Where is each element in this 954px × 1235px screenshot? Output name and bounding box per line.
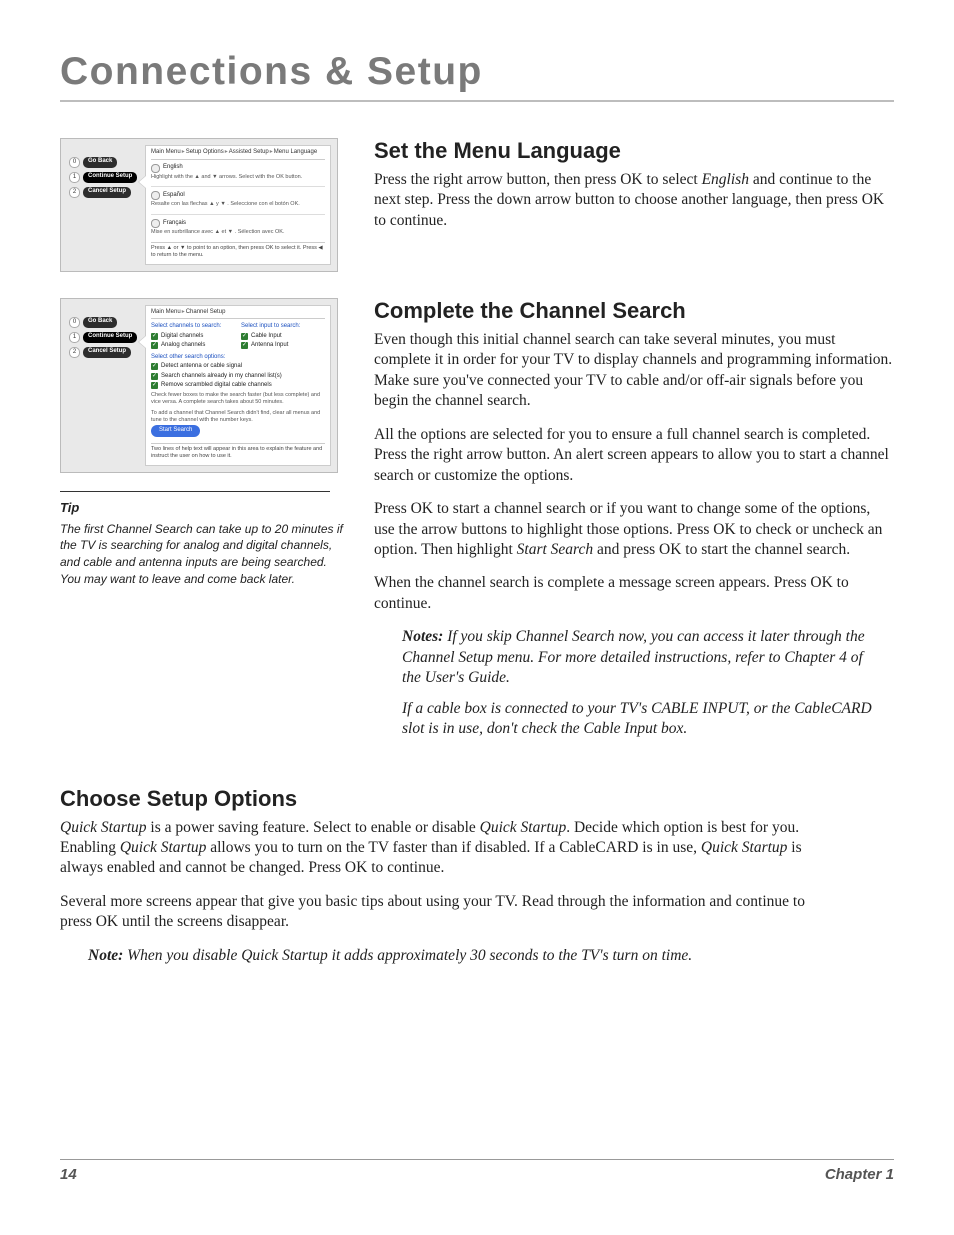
checkbox-icon: ✓ (151, 333, 158, 340)
tv-screenshot-language: 0Go Back 1Continue Setup 2Cancel Setup M… (60, 138, 338, 272)
note-text: Check fewer boxes to make the search fas… (151, 392, 325, 406)
cb-antenna: Antenna Input (251, 342, 288, 350)
tv-screenshot-channel-setup: 0Go Back 1Continue Setup 2Cancel Setup M… (60, 298, 338, 473)
panel-footer: Two lines of help text will appear in th… (151, 443, 325, 460)
nav-num: 0 (69, 317, 80, 328)
nav-num: 2 (69, 187, 80, 198)
page-number: 14 (60, 1166, 77, 1183)
start-search-button: Start Search (151, 425, 200, 437)
chapter-label: Chapter 1 (825, 1166, 894, 1183)
hint-text: Resalte con las flechas ▲ y ▼ . Seleccio… (151, 201, 325, 208)
tip-body: The first Channel Search can take up to … (60, 521, 345, 588)
cb-analog: Analog channels (161, 342, 205, 350)
group-heading: Select input to search: (241, 323, 325, 331)
group-heading: Select channels to search: (151, 323, 235, 331)
checkbox-icon: ✓ (151, 382, 158, 389)
note-text: If a cable box is connected to your TV's… (402, 699, 874, 740)
nav-cancel: Cancel Setup (83, 347, 131, 358)
nav-num: 2 (69, 347, 80, 358)
breadcrumb: Main Menu▸Channel Setup (151, 309, 325, 320)
body-text: Quick Startup is a power saving feature.… (60, 818, 840, 879)
tip-rule (60, 491, 330, 492)
note-text: Note: When you disable Quick Startup it … (88, 946, 828, 966)
heading-complete-channel-search: Complete the Channel Search (374, 298, 894, 324)
nav-num: 1 (69, 332, 80, 343)
radio-icon (151, 164, 160, 173)
cb-remove: Remove scrambled digital cable channels (161, 382, 272, 390)
cb-already: Search channels already in my channel li… (161, 373, 282, 381)
nav-go-back: Go Back (83, 317, 117, 328)
lang-francais: Français (163, 220, 186, 228)
panel-footer: Press ▲ or ▼ to point to an option, then… (151, 242, 325, 259)
heading-choose-setup-options: Choose Setup Options (60, 786, 894, 812)
page-title: Connections & Setup (60, 50, 894, 94)
group-heading: Select other search options: (151, 354, 325, 362)
note-text: Notes: If you skip Channel Search now, y… (402, 627, 874, 688)
lang-english: English (163, 164, 183, 172)
nav-num: 0 (69, 157, 80, 168)
cb-cable: Cable Input (251, 333, 282, 341)
note-text: To add a channel that Channel Search did… (151, 410, 325, 424)
hint-text: Mise en surbrillance avec ▲ et ▼ . Sélec… (151, 229, 325, 236)
checkbox-icon: ✓ (241, 342, 248, 349)
heading-set-menu-language: Set the Menu Language (374, 138, 894, 164)
tip-heading: Tip (60, 500, 348, 515)
nav-cancel: Cancel Setup (83, 187, 131, 198)
checkbox-icon: ✓ (241, 333, 248, 340)
nav-go-back: Go Back (83, 157, 117, 168)
body-text: When the channel search is complete a me… (374, 573, 894, 614)
radio-icon (151, 219, 160, 228)
radio-icon (151, 191, 160, 200)
lang-espanol: Español (163, 192, 185, 200)
checkbox-icon: ✓ (151, 363, 158, 370)
title-rule (60, 100, 894, 102)
hint-text: Highlight with the ▲ and ▼ arrows. Selec… (151, 174, 325, 181)
nav-num: 1 (69, 172, 80, 183)
body-text: Press the right arrow button, then press… (374, 170, 894, 231)
checkbox-icon: ✓ (151, 342, 158, 349)
body-text: All the options are selected for you to … (374, 425, 894, 486)
checkbox-icon: ✓ (151, 373, 158, 380)
body-text: Several more screens appear that give yo… (60, 892, 840, 933)
page-footer: 14 Chapter 1 (60, 1159, 894, 1183)
breadcrumb: Main Menu▸Setup Options▸Assisted Setup▸M… (151, 149, 325, 160)
body-text: Even though this initial channel search … (374, 330, 894, 412)
cb-digital: Digital channels (161, 333, 203, 341)
body-text: Press OK to start a channel search or if… (374, 499, 894, 560)
nav-continue: Continue Setup (83, 332, 137, 343)
nav-continue: Continue Setup (83, 172, 137, 183)
cb-detect: Detect antenna or cable signal (161, 363, 242, 371)
